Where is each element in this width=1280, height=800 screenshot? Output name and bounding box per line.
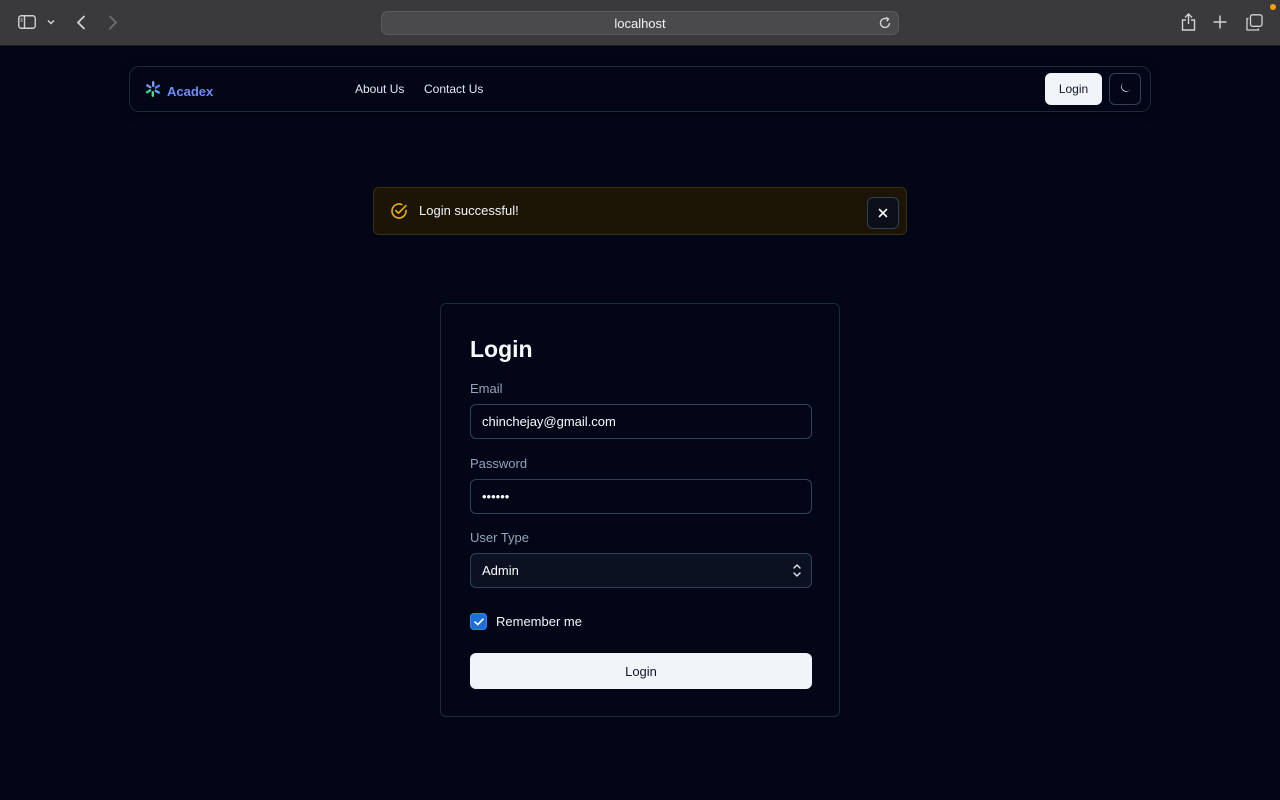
password-label: Password bbox=[470, 456, 528, 471]
remember-me-label[interactable]: Remember me bbox=[496, 614, 582, 629]
user-type-label: User Type bbox=[470, 530, 530, 545]
new-tab-icon[interactable] bbox=[1213, 15, 1227, 29]
moon-icon bbox=[1119, 82, 1131, 97]
nav-link-contact-us[interactable]: Contact Us bbox=[424, 82, 483, 96]
sidebar-toggle-icon[interactable] bbox=[18, 15, 36, 29]
user-type-value: Admin bbox=[482, 563, 519, 578]
toast-message: Login successful! bbox=[419, 203, 519, 218]
email-label: Email bbox=[470, 381, 503, 396]
logo-icon bbox=[145, 81, 161, 102]
forward-icon[interactable] bbox=[108, 15, 118, 30]
select-arrows-icon bbox=[793, 563, 801, 583]
brand-logo[interactable]: Acadex bbox=[145, 81, 213, 102]
success-toast: Login successful! bbox=[373, 187, 907, 235]
reload-icon[interactable] bbox=[878, 16, 892, 30]
email-field[interactable] bbox=[470, 404, 812, 439]
nav-link-about-us[interactable]: About Us bbox=[355, 82, 404, 96]
tab-overview-icon[interactable] bbox=[1246, 14, 1263, 31]
login-submit-button[interactable]: Login bbox=[470, 653, 812, 689]
close-icon bbox=[878, 206, 888, 221]
login-card: Login Email Password User Type Admin Rem… bbox=[440, 303, 840, 717]
share-icon[interactable] bbox=[1181, 13, 1196, 31]
user-type-select[interactable]: Admin bbox=[470, 553, 812, 588]
back-icon[interactable] bbox=[76, 15, 86, 30]
theme-toggle-button[interactable] bbox=[1109, 73, 1141, 105]
toast-close-button[interactable] bbox=[867, 197, 899, 229]
nav-login-button[interactable]: Login bbox=[1045, 73, 1102, 105]
browser-toolbar: localhost bbox=[0, 0, 1280, 46]
url-text: localhost bbox=[614, 15, 666, 31]
brand-name: Acadex bbox=[167, 84, 214, 99]
check-circle-icon bbox=[390, 202, 408, 225]
form-title: Login bbox=[470, 336, 533, 362]
notification-dot bbox=[1270, 4, 1276, 10]
remember-me-checkbox[interactable] bbox=[470, 613, 487, 630]
chevron-down-icon[interactable] bbox=[47, 19, 55, 25]
checkmark-icon bbox=[473, 613, 484, 631]
navbar: Acadex About Us Contact Us Login bbox=[129, 66, 1151, 112]
address-bar[interactable]: localhost bbox=[381, 11, 899, 35]
password-field[interactable] bbox=[470, 479, 812, 514]
